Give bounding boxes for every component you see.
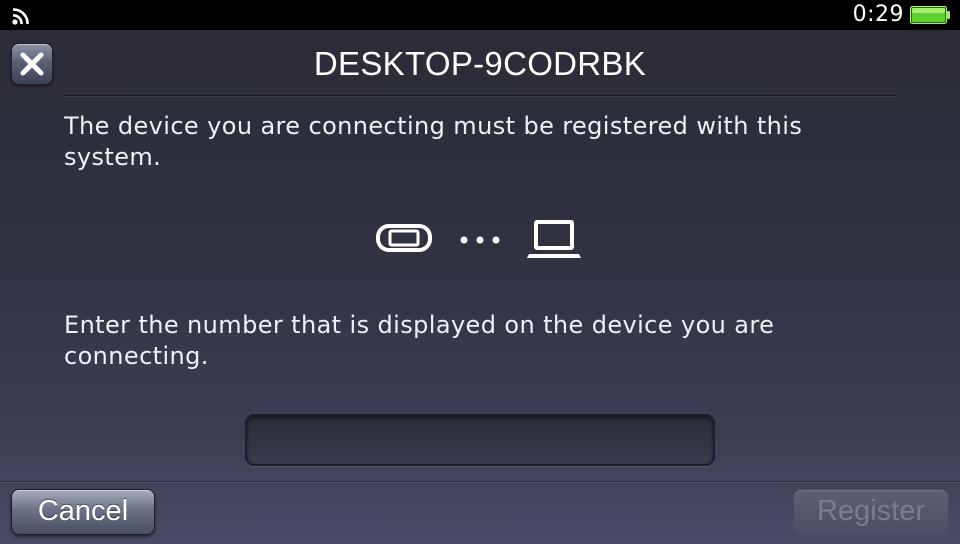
registration-code-input[interactable] (245, 414, 715, 466)
ps-vita-icon (376, 224, 432, 252)
laptop-icon (527, 220, 581, 258)
status-clock: 0:29 (852, 2, 904, 27)
status-bar: 0:29 (0, 0, 960, 30)
connection-illustration (370, 214, 590, 266)
register-button[interactable]: Register (793, 489, 949, 535)
header-divider (64, 95, 896, 96)
footer-divider (0, 481, 960, 482)
header: DESKTOP-9CODRBK (0, 30, 960, 96)
ellipsis-icon (460, 236, 500, 244)
cancel-button[interactable]: Cancel (11, 489, 155, 535)
page-title: DESKTOP-9CODRBK (313, 45, 647, 82)
registration-screen: 0:29 DESKTOP-9CODRBK The device you are … (0, 0, 960, 544)
battery-icon (910, 6, 950, 24)
register-message: The device you are connecting must be re… (64, 112, 803, 171)
wifi-icon (11, 6, 35, 26)
enter-number-message: Enter the number that is displayed on th… (64, 311, 775, 370)
